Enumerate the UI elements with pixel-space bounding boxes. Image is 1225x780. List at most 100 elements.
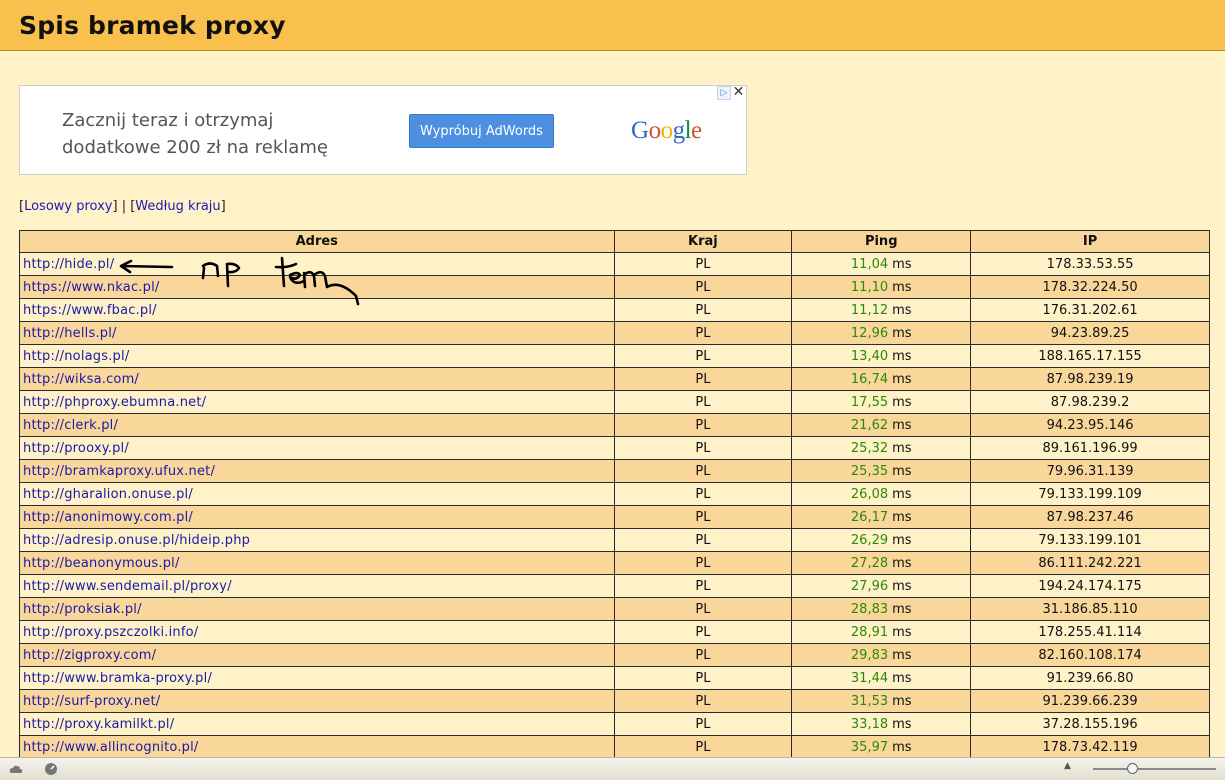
proxy-link[interactable]: http://proksiak.pl/ bbox=[23, 602, 142, 617]
country-cell: PL bbox=[613, 597, 793, 621]
column-header-ping[interactable]: Ping bbox=[791, 230, 972, 253]
proxy-link[interactable]: http://beanonymous.pl/ bbox=[23, 556, 180, 571]
ping-cell: 17,55 ms bbox=[791, 390, 972, 414]
address-cell: http://www.sendemail.pl/proxy/ bbox=[19, 574, 615, 598]
country-cell: PL bbox=[613, 689, 793, 713]
ping-unit: ms bbox=[892, 348, 912, 364]
ping-cell: 33,18 ms bbox=[791, 712, 972, 736]
proxy-link[interactable]: http://proxy.kamilkt.pl/ bbox=[23, 717, 174, 732]
proxy-link[interactable]: http://www.allincognito.pl/ bbox=[23, 740, 199, 755]
ip-cell: 87.98.239.19 bbox=[970, 367, 1210, 391]
proxy-link[interactable]: http://zigproxy.com/ bbox=[23, 648, 156, 663]
ping-cell: 11,12 ms bbox=[791, 298, 972, 322]
ping-value: 31,53 bbox=[850, 693, 889, 709]
ping-unit: ms bbox=[892, 670, 912, 686]
ip-cell: 178.255.41.114 bbox=[970, 620, 1210, 644]
ping-unit: ms bbox=[892, 739, 912, 755]
country-cell: PL bbox=[613, 574, 793, 598]
google-logo[interactable]: Google bbox=[631, 117, 702, 145]
ip-cell: 79.96.31.139 bbox=[970, 459, 1210, 483]
column-header-ip[interactable]: IP bbox=[970, 230, 1210, 253]
country-cell: PL bbox=[613, 459, 793, 483]
address-cell: http://www.bramka-proxy.pl/ bbox=[19, 666, 615, 690]
scroll-up-icon[interactable]: ▲ bbox=[1064, 761, 1071, 771]
address-cell: http://zigproxy.com/ bbox=[19, 643, 615, 667]
proxy-link[interactable]: http://gharalion.onuse.pl/ bbox=[23, 487, 193, 502]
zoom-slider-thumb[interactable] bbox=[1127, 763, 1138, 774]
ping-cell: 13,40 ms bbox=[791, 344, 972, 368]
table-row: http://surf-proxy.net/PL 31,53 ms 91.239.66… bbox=[19, 689, 1210, 713]
proxy-link[interactable]: http://proxy.pszczolki.info/ bbox=[23, 625, 198, 640]
page-header: Spis bramek proxy bbox=[0, 0, 1225, 51]
ping-unit: ms bbox=[892, 302, 912, 318]
ip-cell: 87.98.239.2 bbox=[970, 390, 1210, 414]
proxy-link[interactable]: http://hide.pl/ bbox=[23, 257, 114, 272]
ip-cell: 89.161.196.99 bbox=[970, 436, 1210, 460]
proxy-link[interactable]: http://surf-proxy.net/ bbox=[23, 694, 160, 709]
proxy-link[interactable]: http://prooxy.pl/ bbox=[23, 441, 129, 456]
ping-cell: 25,35 ms bbox=[791, 459, 972, 483]
address-cell: http://wiksa.com/ bbox=[19, 367, 615, 391]
ip-cell: 176.31.202.61 bbox=[970, 298, 1210, 322]
ping-unit: ms bbox=[892, 624, 912, 640]
ping-unit: ms bbox=[892, 693, 912, 709]
proxy-link[interactable]: http://www.sendemail.pl/proxy/ bbox=[23, 579, 232, 594]
table-row: http://prooxy.pl/PL 25,32 ms 89.161.196.99 bbox=[19, 436, 1210, 460]
table-row: http://anonimowy.com.pl/PL 26,17 ms 87.98.2… bbox=[19, 505, 1210, 529]
table-row: http://clerk.pl/PL 21,62 ms 94.23.95.146 bbox=[19, 413, 1210, 437]
proxy-link[interactable]: http://hells.pl/ bbox=[23, 326, 117, 341]
proxy-link[interactable]: http://bramkaproxy.ufux.net/ bbox=[23, 464, 215, 479]
try-adwords-button[interactable]: Wypróbuj AdWords bbox=[409, 114, 554, 148]
column-header-adres[interactable]: Adres bbox=[19, 230, 615, 253]
ip-cell: 79.133.199.101 bbox=[970, 528, 1210, 552]
ping-cell: 25,32 ms bbox=[791, 436, 972, 460]
speedometer-icon[interactable] bbox=[44, 762, 58, 776]
close-icon[interactable]: ✕ bbox=[731, 85, 746, 100]
address-cell: http://www.allincognito.pl/ bbox=[19, 735, 615, 759]
table-header-row: Adres Kraj Ping IP bbox=[19, 230, 1210, 253]
address-cell: http://nolags.pl/ bbox=[19, 344, 615, 368]
ping-value: 26,29 bbox=[850, 532, 889, 548]
address-cell: http://gharalion.onuse.pl/ bbox=[19, 482, 615, 506]
ping-value: 31,44 bbox=[850, 670, 889, 686]
proxy-link[interactable]: http://phproxy.ebumna.net/ bbox=[23, 395, 206, 410]
ping-cell: 35,97 ms bbox=[791, 735, 972, 759]
proxy-link[interactable]: http://www.bramka-proxy.pl/ bbox=[23, 671, 212, 686]
proxy-table: Adres Kraj Ping IP http://hide.pl/PL 11,0… bbox=[19, 230, 1210, 759]
scrollbar-track[interactable] bbox=[1217, 52, 1225, 757]
ping-value: 11,10 bbox=[850, 279, 889, 295]
proxy-link[interactable]: https://www.nkac.pl/ bbox=[23, 280, 159, 295]
table-row: http://wiksa.com/PL 16,74 ms 87.98.239.19 bbox=[19, 367, 1210, 391]
ping-cell: 28,83 ms bbox=[791, 597, 972, 621]
ping-value: 27,96 bbox=[850, 578, 889, 594]
address-cell: http://phproxy.ebumna.net/ bbox=[19, 390, 615, 414]
ping-unit: ms bbox=[892, 463, 912, 479]
table-row: http://beanonymous.pl/PL 27,28 ms 86.111.24… bbox=[19, 551, 1210, 575]
ping-cell: 29,83 ms bbox=[791, 643, 972, 667]
table-row: http://www.bramka-proxy.pl/PL 31,44 ms 91.2… bbox=[19, 666, 1210, 690]
proxy-link[interactable]: http://wiksa.com/ bbox=[23, 372, 139, 387]
address-cell: http://proxy.kamilkt.pl/ bbox=[19, 712, 615, 736]
ad-choices-icon[interactable]: ▷ bbox=[717, 86, 731, 100]
ping-cell: 31,53 ms bbox=[791, 689, 972, 713]
proxy-link[interactable]: http://clerk.pl/ bbox=[23, 418, 118, 433]
ping-value: 25,35 bbox=[850, 463, 889, 479]
random-proxy-link[interactable]: Losowy proxy bbox=[24, 199, 112, 214]
proxy-link[interactable]: http://anonimowy.com.pl/ bbox=[23, 510, 193, 525]
country-cell: PL bbox=[613, 528, 793, 552]
ping-cell: 26,08 ms bbox=[791, 482, 972, 506]
proxy-link[interactable]: http://nolags.pl/ bbox=[23, 349, 129, 364]
cloud-icon[interactable] bbox=[9, 762, 23, 776]
proxy-link[interactable]: https://www.fbac.pl/ bbox=[23, 303, 157, 318]
country-cell: PL bbox=[613, 505, 793, 529]
column-header-kraj[interactable]: Kraj bbox=[613, 230, 793, 253]
ping-value: 28,91 bbox=[850, 624, 889, 640]
adwords-banner[interactable]: ▷ ✕ Zacznij teraz i otrzymaj dodatkowe 2… bbox=[19, 85, 747, 175]
ip-cell: 178.33.53.55 bbox=[970, 252, 1210, 276]
zoom-slider[interactable] bbox=[1093, 768, 1216, 770]
country-cell: PL bbox=[613, 551, 793, 575]
by-country-link[interactable]: Według kraju bbox=[135, 199, 220, 214]
proxy-link[interactable]: http://adresip.onuse.pl/hideip.php bbox=[23, 533, 250, 548]
ping-value: 33,18 bbox=[850, 716, 889, 732]
address-cell: http://bramkaproxy.ufux.net/ bbox=[19, 459, 615, 483]
